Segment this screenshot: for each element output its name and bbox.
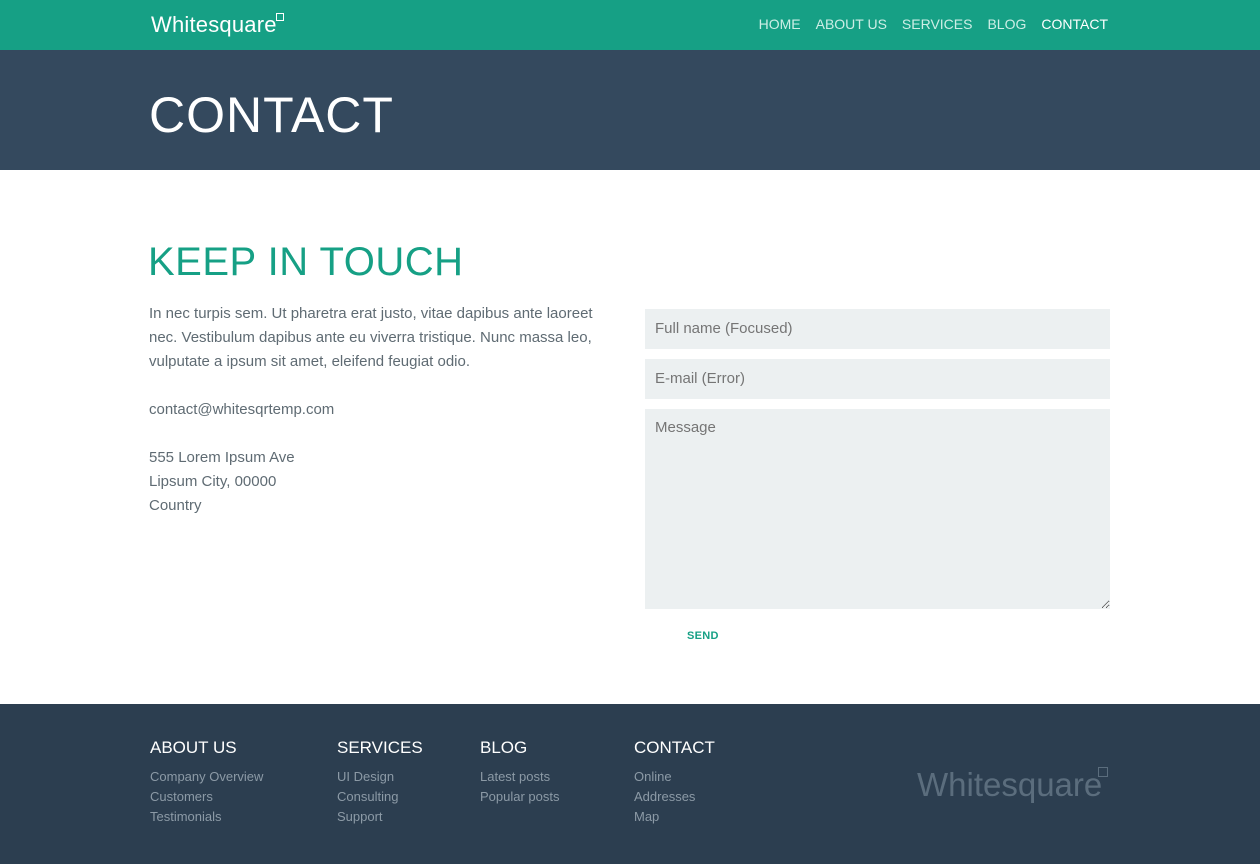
logo-square-icon bbox=[276, 13, 284, 21]
footer-col-contact: CONTACT Online Addresses Map bbox=[634, 738, 715, 827]
footer-link[interactable]: Online bbox=[634, 767, 715, 787]
fullname-input[interactable] bbox=[645, 309, 1110, 349]
nav-item-home[interactable]: HOME bbox=[759, 16, 801, 32]
address-line: Lipsum City, 00000 bbox=[149, 473, 277, 490]
footer-link[interactable]: Latest posts bbox=[480, 767, 560, 787]
footer-col-title: ABOUT US bbox=[150, 738, 237, 757]
send-button[interactable]: SEND bbox=[687, 630, 719, 642]
address-line: 555 Lorem Ipsum Ave bbox=[149, 449, 295, 466]
address-block: 555 Lorem Ipsum Ave Lipsum City, 00000 C… bbox=[149, 446, 619, 518]
nav-item-services[interactable]: SERVICES bbox=[902, 16, 973, 32]
page-title: CONTACT bbox=[149, 87, 394, 143]
nav-item-contact[interactable]: CONTACT bbox=[1041, 16, 1108, 32]
nav-item-blog[interactable]: BLOG bbox=[987, 16, 1026, 32]
footer-col-title: CONTACT bbox=[634, 738, 715, 757]
footer: ABOUT US Company Overview Customers Test… bbox=[0, 704, 1260, 864]
footer-col-blog: BLOG Latest posts Popular posts bbox=[480, 738, 560, 807]
footer-brand-logo[interactable]: Whitesquare bbox=[917, 766, 1102, 804]
footer-link[interactable]: Customers bbox=[150, 787, 263, 807]
contact-info: In nec turpis sem. Ut pharetra erat just… bbox=[149, 302, 619, 518]
contact-form bbox=[645, 309, 1110, 619]
main-nav: HOME ABOUT US SERVICES BLOG CONTACT bbox=[759, 16, 1108, 32]
footer-link[interactable]: Testimonials bbox=[150, 807, 263, 827]
contact-email: contact@whitesqrtemp.com bbox=[149, 401, 335, 418]
email-input[interactable] bbox=[645, 359, 1110, 399]
footer-link[interactable]: Consulting bbox=[337, 787, 423, 807]
footer-col-services: SERVICES UI Design Consulting Support bbox=[337, 738, 423, 827]
section-heading: KEEP IN TOUCH bbox=[148, 240, 464, 284]
footer-logo-square-icon bbox=[1098, 767, 1108, 777]
page-header: CONTACT bbox=[0, 50, 1260, 170]
footer-col-title: SERVICES bbox=[337, 738, 423, 757]
footer-col-title: BLOG bbox=[480, 738, 528, 757]
footer-link[interactable]: Popular posts bbox=[480, 787, 560, 807]
brand-logo[interactable]: Whitesquare bbox=[151, 12, 277, 38]
footer-link[interactable]: Addresses bbox=[634, 787, 715, 807]
footer-col-about: ABOUT US Company Overview Customers Test… bbox=[150, 738, 263, 827]
address-line: Country bbox=[149, 497, 202, 514]
footer-link[interactable]: Map bbox=[634, 807, 715, 827]
top-navbar: Whitesquare HOME ABOUT US SERVICES BLOG … bbox=[0, 0, 1260, 50]
nav-item-about-us[interactable]: ABOUT US bbox=[816, 16, 887, 32]
footer-link[interactable]: Company Overview bbox=[150, 767, 263, 787]
message-textarea[interactable] bbox=[645, 409, 1110, 609]
footer-link[interactable]: Support bbox=[337, 807, 423, 827]
description-text: In nec turpis sem. Ut pharetra erat just… bbox=[149, 305, 593, 370]
footer-link[interactable]: UI Design bbox=[337, 767, 423, 787]
